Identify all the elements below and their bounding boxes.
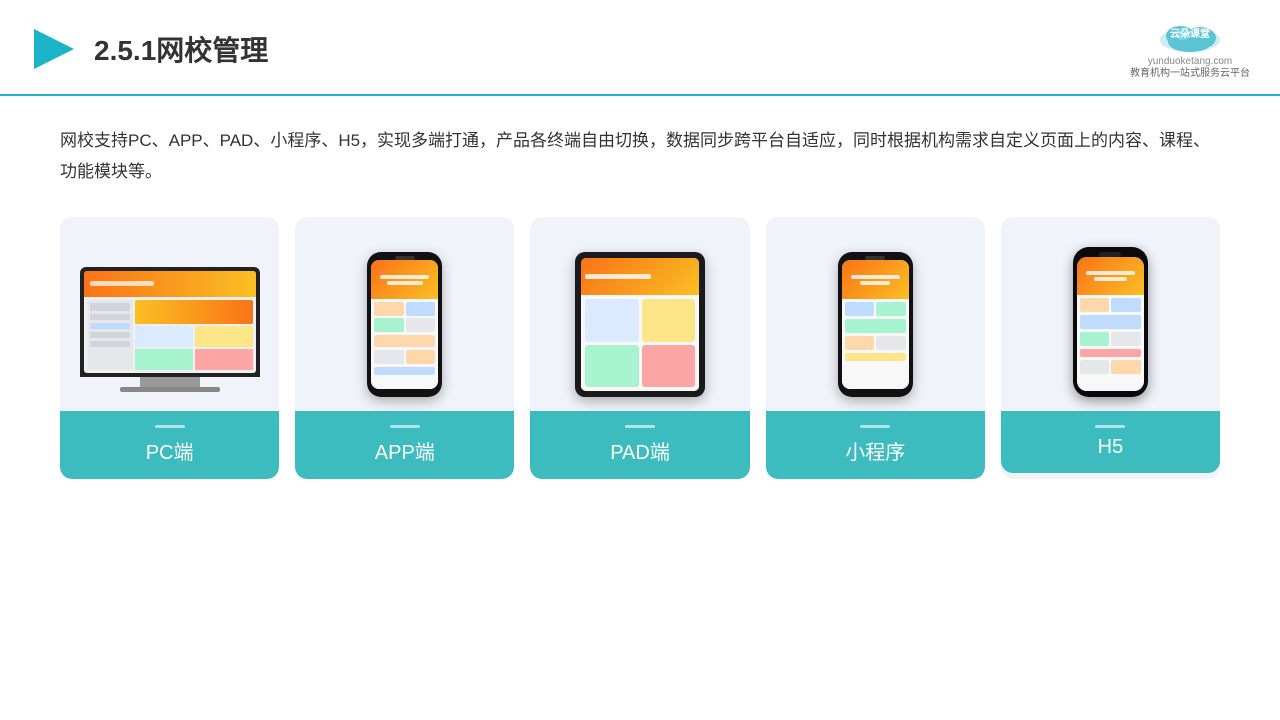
pc-image-area bbox=[72, 237, 267, 397]
pad-image-area bbox=[542, 237, 737, 397]
app-image-area bbox=[307, 237, 502, 397]
app-label: APP端 bbox=[295, 411, 514, 479]
page-header: 2.5.1网校管理 云朵课堂 yunduoketang.com 教育机构一站式服… bbox=[0, 0, 1280, 96]
miniprogram-card: 小程序 bbox=[766, 217, 985, 479]
mini-image-area bbox=[778, 237, 973, 397]
pc-card: PC端 bbox=[60, 217, 279, 479]
app-phone-mock bbox=[367, 252, 442, 397]
svg-text:云朵课堂: 云朵课堂 bbox=[1170, 27, 1210, 40]
pc-mock bbox=[80, 267, 260, 397]
logo-domain: yunduoketang.com bbox=[1148, 56, 1233, 67]
logo-icon: 云朵课堂 bbox=[1145, 18, 1235, 56]
h5-image-area bbox=[1013, 237, 1208, 397]
device-cards-container: PC端 bbox=[60, 217, 1220, 479]
mini-phone-mock bbox=[838, 252, 913, 397]
h5-card: H5 bbox=[1001, 217, 1220, 479]
play-icon bbox=[30, 25, 78, 73]
description-text: 网校支持PC、APP、PAD、小程序、H5，实现多端打通，产品各终端自由切换，数… bbox=[60, 126, 1220, 187]
logo-subtitle: 教育机构一站式服务云平台 bbox=[1130, 67, 1250, 80]
h5-label: H5 bbox=[1001, 411, 1220, 473]
header-left: 2.5.1网校管理 bbox=[30, 25, 268, 73]
tablet-mock bbox=[575, 252, 705, 397]
pc-label: PC端 bbox=[60, 411, 279, 479]
pad-card: PAD端 bbox=[530, 217, 749, 479]
main-content: 网校支持PC、APP、PAD、小程序、H5，实现多端打通，产品各终端自由切换，数… bbox=[0, 96, 1280, 499]
logo-area: 云朵课堂 yunduoketang.com 教育机构一站式服务云平台 bbox=[1130, 18, 1250, 80]
pad-label: PAD端 bbox=[530, 411, 749, 479]
h5-phone-mock bbox=[1073, 247, 1148, 397]
app-card: APP端 bbox=[295, 217, 514, 479]
miniprogram-label: 小程序 bbox=[766, 411, 985, 479]
page-title: 2.5.1网校管理 bbox=[94, 29, 268, 69]
